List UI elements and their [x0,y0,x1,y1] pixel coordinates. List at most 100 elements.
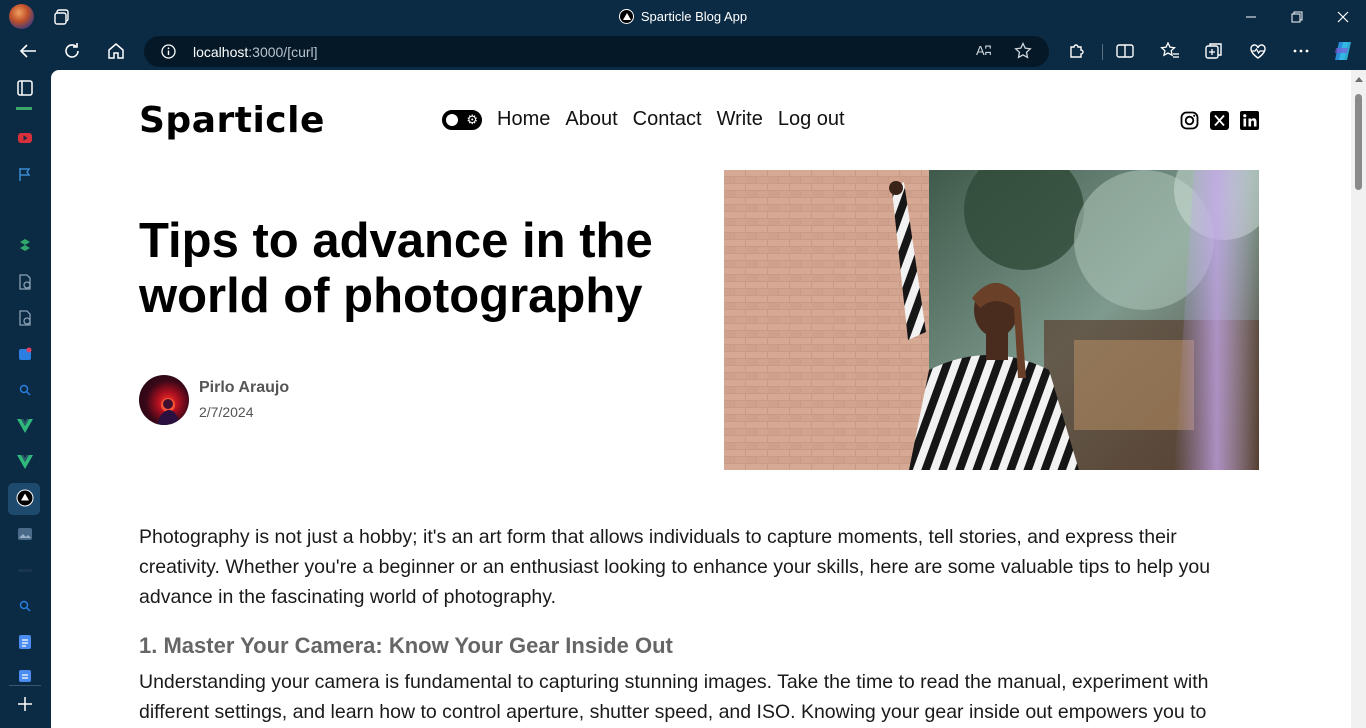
split-screen-button[interactable] [1113,40,1137,62]
minimize-button[interactable] [1228,0,1274,33]
vue-icon [17,455,33,469]
close-button[interactable] [1320,0,1366,33]
notes-icon [19,670,31,682]
linkedin-icon[interactable] [1240,111,1259,130]
sidebar-tab-green-app[interactable] [15,235,35,255]
gear-icon: ⚙ [466,112,478,127]
toolbar-divider [1102,44,1103,60]
instagram-icon[interactable] [1180,111,1199,130]
nav-home[interactable]: Home [497,108,550,131]
url-host: localhost [193,44,249,60]
toggle-knob [446,114,458,126]
sidebar-tab-blue-app[interactable] [15,344,35,364]
flag-icon [19,168,31,181]
site-favicon-icon [16,489,34,507]
refresh-icon [65,43,79,58]
youtube-icon [18,133,32,143]
address-bar[interactable]: localhost:3000/[curl] Aʭ [144,36,1049,67]
restore-icon [1291,11,1303,22]
collections-icon [1205,43,1222,59]
theme-toggle[interactable]: ⚙ [442,110,482,130]
sidebar-tab-image-app[interactable] [15,524,35,544]
puzzle-icon [1070,44,1084,58]
browser-sidebar [0,69,51,728]
split-screen-icon [1116,44,1134,58]
nav-write[interactable]: Write [717,108,763,131]
restore-button[interactable] [1274,0,1320,33]
collections-button[interactable] [1202,40,1226,62]
nav-about[interactable]: About [565,108,617,131]
back-button[interactable] [16,40,40,62]
sidebar-tab-flag[interactable] [15,164,35,184]
app-logo-icon [20,239,30,251]
favorite-star-icon[interactable] [1014,41,1032,60]
extensions-button[interactable] [1065,40,1089,62]
image-app-icon [18,528,32,540]
google-docs-icon [19,635,31,649]
vue-icon [17,419,33,433]
site-info-icon[interactable] [161,44,176,59]
search-icon [19,384,31,396]
author-avatar [139,375,189,425]
copilot-button[interactable] [1331,40,1355,62]
window-title: Sparticle Blog App [0,9,1366,24]
main-nav: Home About Contact Write Log out [497,108,845,131]
back-arrow-icon [19,44,36,58]
sidebar-divider [9,685,41,686]
wordmark-icon [18,569,32,572]
settings-more-button[interactable] [1289,40,1313,62]
sidebar-tab-vue-1[interactable] [15,416,35,436]
heart-pulse-icon [1250,44,1266,59]
window-title-text: Sparticle Blog App [640,9,748,24]
sidebar-tab-docs-1[interactable] [15,632,35,652]
post-date: 2/7/2024 [199,404,254,420]
sidebar-tab-vue-2[interactable] [15,452,35,472]
sidebar-tab-doc-2[interactable] [15,308,35,328]
home-icon [108,43,124,59]
post-title: Tips to advance in the world of photogra… [139,214,653,323]
browser-title-bar: Sparticle Blog App [0,0,1366,33]
refresh-button[interactable] [60,40,84,62]
post-intro-paragraph: Photography is not just a hobby; it's an… [139,526,1211,608]
url-text[interactable]: localhost:3000/[curl] [193,44,318,60]
vertical-tabs-button[interactable] [15,78,35,98]
section-paragraph: Understanding your camera is fundamental… [139,671,1209,723]
scroll-up-arrow-icon[interactable] [1355,77,1363,82]
close-icon [1337,11,1349,22]
sidebar-tab-search-1[interactable] [15,380,35,400]
add-sidebar-app-button[interactable] [15,694,35,714]
sidebar-tab-search-2[interactable] [15,596,35,616]
plus-icon [18,697,32,711]
page-scrollbar[interactable] [1351,70,1366,728]
more-dots-icon [1293,49,1309,53]
sidebar-tab-youtube[interactable] [15,128,35,148]
favorites-button[interactable] [1158,40,1182,62]
document-gear-icon [19,310,31,326]
read-aloud-icon[interactable]: Aʭ [976,43,992,58]
scrollbar-thumb[interactable] [1355,94,1362,190]
tab-panel-icon [17,80,33,96]
author-name[interactable]: Pirlo Araujo [199,379,289,397]
section-heading: 1. Master Your Camera: Know Your Gear In… [139,633,673,658]
favorites-icon [1160,41,1179,58]
sidebar-tab-doc-1[interactable] [15,272,35,292]
x-icon[interactable] [1210,111,1229,130]
nav-logout[interactable]: Log out [778,108,845,131]
blue-app-icon [19,347,32,360]
minimize-icon [1246,16,1256,17]
url-path: :3000/[curl] [248,44,318,60]
site-logo[interactable]: Sparticle [139,100,325,141]
copilot-icon [1335,42,1351,60]
nav-contact[interactable]: Contact [633,108,702,131]
sidebar-tab-docs-2[interactable] [15,666,35,686]
page-viewport: Sparticle ⚙ Home About Contact Write Log… [51,70,1366,728]
sidebar-tab-dark-app[interactable] [15,560,35,580]
home-button[interactable] [104,40,128,62]
performance-button[interactable] [1246,40,1270,62]
search-icon [19,600,31,612]
sidebar-tab-sparticle[interactable] [15,488,35,508]
document-gear-icon [19,274,31,290]
site-favicon-icon [618,9,634,24]
browser-toolbar: localhost:3000/[curl] Aʭ [0,33,1366,69]
tab-indicator [16,107,32,110]
